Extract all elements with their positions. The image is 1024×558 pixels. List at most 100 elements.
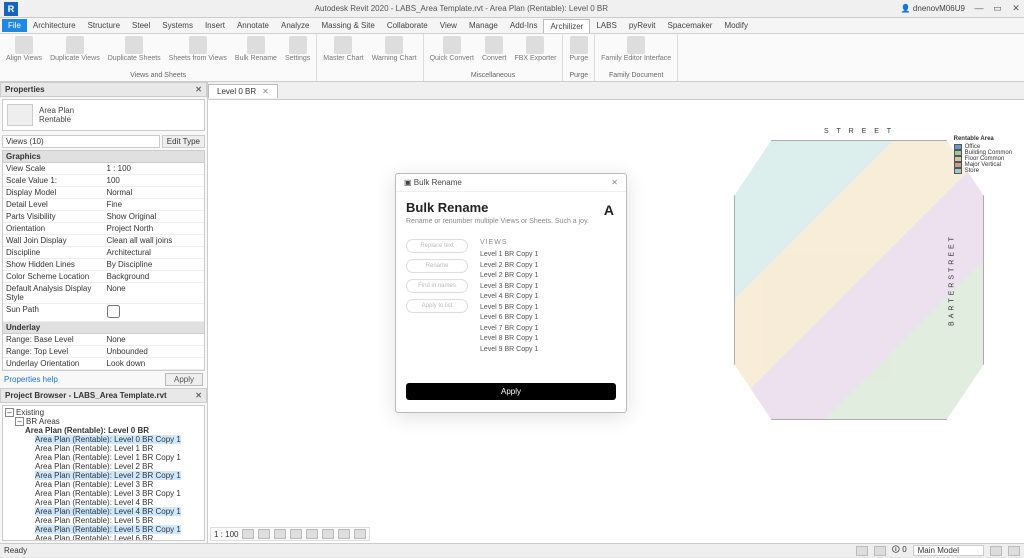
tab-annotate[interactable]: Annotate: [231, 19, 275, 32]
properties-filter[interactable]: Views (10): [2, 135, 160, 148]
tab-collaborate[interactable]: Collaborate: [381, 19, 434, 32]
tab-archilizer[interactable]: Archilizer: [543, 19, 590, 33]
property-value[interactable]: Architectural: [104, 247, 205, 258]
tree-item[interactable]: Area Plan (Rentable): Level 3 BR: [35, 480, 153, 489]
ribbon-button-master-chart[interactable]: Master Chart: [323, 36, 363, 62]
dialog-list-item[interactable]: Level 9 BR Copy 1: [480, 345, 616, 356]
property-value[interactable]: None: [104, 334, 205, 345]
ribbon-button-bulk-rename[interactable]: Bulk Rename: [235, 36, 277, 62]
property-value[interactable]: By Discipline: [104, 259, 205, 270]
property-value[interactable]: Look down: [104, 358, 205, 369]
property-value[interactable]: Normal: [104, 187, 205, 198]
ribbon-button-purge[interactable]: Purge: [569, 36, 588, 62]
ribbon-button-quick-convert[interactable]: Quick Convert: [430, 36, 474, 62]
tree-item[interactable]: Area Plan (Rentable): Level 6 BR: [35, 534, 153, 541]
property-value[interactable]: Background: [104, 271, 205, 282]
crop-region-icon[interactable]: [322, 529, 334, 539]
hide-icon[interactable]: [338, 529, 350, 539]
reveal-icon[interactable]: [354, 529, 366, 539]
properties-apply-button[interactable]: Apply: [165, 373, 203, 386]
tree-item[interactable]: Existing: [16, 408, 44, 417]
tree-item[interactable]: Area Plan (Rentable): Level 0 BR Copy 1: [35, 435, 181, 444]
tab-architecture[interactable]: Architecture: [27, 19, 82, 32]
filter-icon[interactable]: [874, 546, 886, 556]
tree-item[interactable]: BR Areas: [26, 417, 60, 426]
close-icon[interactable]: ✕: [195, 85, 202, 94]
property-value[interactable]: None: [104, 283, 205, 303]
dialog-list-item[interactable]: Level 4 BR Copy 1: [480, 292, 616, 303]
dialog-list-item[interactable]: Level 1 BR Copy 1: [480, 250, 616, 261]
dialog-option-pill[interactable]: Replace text: [406, 239, 468, 253]
view-scale[interactable]: 1 : 100: [214, 530, 238, 539]
dialog-option-pill[interactable]: Apply to list: [406, 299, 468, 313]
dialog-list-item[interactable]: Level 2 BR Copy 1: [480, 261, 616, 272]
tab-analyze[interactable]: Analyze: [275, 19, 315, 32]
tree-item[interactable]: Area Plan (Rentable): Level 5 BR: [35, 516, 153, 525]
tree-toggle-icon[interactable]: –: [15, 417, 24, 426]
tree-item[interactable]: Area Plan (Rentable): Level 1 BR: [35, 444, 153, 453]
shadows-icon[interactable]: [290, 529, 302, 539]
maximize-button[interactable]: ▭: [989, 3, 1005, 14]
tree-item[interactable]: Area Plan (Rentable): Level 1 BR Copy 1: [35, 453, 181, 462]
tab-spacemaker[interactable]: Spacemaker: [662, 19, 719, 32]
dialog-list-item[interactable]: Level 8 BR Copy 1: [480, 334, 616, 345]
tree-item[interactable]: Area Plan (Rentable): Level 2 BR Copy 1: [35, 471, 181, 480]
property-value[interactable]: [104, 304, 205, 321]
crop-icon[interactable]: [306, 529, 318, 539]
tab-steel[interactable]: Steel: [126, 19, 156, 32]
tree-item[interactable]: Area Plan (Rentable): Level 4 BR: [35, 498, 153, 507]
sun-path-icon[interactable]: [274, 529, 286, 539]
visual-style-icon[interactable]: [258, 529, 270, 539]
minimize-button[interactable]: —: [971, 3, 987, 13]
tree-item[interactable]: Area Plan (Rentable): Level 0 BR: [25, 426, 149, 435]
dialog-option-pill[interactable]: Find in names: [406, 279, 468, 293]
ribbon-button-warning-chart[interactable]: Warning Chart: [372, 36, 417, 62]
ribbon-button-align-views[interactable]: Align Views: [6, 36, 42, 62]
close-button[interactable]: ✕: [1008, 3, 1024, 14]
tab-insert[interactable]: Insert: [199, 19, 231, 32]
tree-item[interactable]: Area Plan (Rentable): Level 4 BR Copy 1: [35, 507, 181, 516]
properties-help-link[interactable]: Properties help: [4, 375, 58, 384]
close-icon[interactable]: ✕: [262, 87, 269, 96]
close-icon[interactable]: ✕: [195, 391, 202, 400]
tree-item[interactable]: Area Plan (Rentable): Level 2 BR: [35, 462, 153, 471]
tree-item[interactable]: Area Plan (Rentable): Level 5 BR Copy 1: [35, 525, 181, 534]
property-value[interactable]: Project North: [104, 223, 205, 234]
tab-massing-site[interactable]: Massing & Site: [315, 19, 380, 32]
property-category[interactable]: Graphics: [3, 151, 204, 163]
dialog-apply-button[interactable]: Apply: [406, 383, 616, 400]
tab-modify[interactable]: Modify: [718, 19, 754, 32]
tab-manage[interactable]: Manage: [463, 19, 504, 32]
tab-systems[interactable]: Systems: [156, 19, 199, 32]
ribbon-button-convert[interactable]: Convert: [482, 36, 507, 62]
tab-file[interactable]: File: [2, 19, 27, 32]
dialog-list-item[interactable]: Level 6 BR Copy 1: [480, 313, 616, 324]
select-icon[interactable]: [856, 546, 868, 556]
edit-type-button[interactable]: Edit Type: [162, 135, 205, 148]
view-tab-active[interactable]: Level 0 BR ✕: [208, 84, 278, 98]
dialog-list-item[interactable]: Level 5 BR Copy 1: [480, 303, 616, 314]
ribbon-button-settings[interactable]: Settings: [285, 36, 310, 62]
property-value[interactable]: 1 : 100: [104, 163, 205, 174]
editable-icon[interactable]: [1008, 546, 1020, 556]
ribbon-button-family-editor-interface[interactable]: Family Editor Interface: [601, 36, 671, 62]
design-option-selector[interactable]: Main Model: [913, 545, 984, 556]
detail-level-icon[interactable]: [242, 529, 254, 539]
property-value[interactable]: Fine: [104, 199, 205, 210]
ribbon-button-sheets-from-views[interactable]: Sheets from Views: [169, 36, 227, 62]
dialog-list-item[interactable]: Level 2 BR Copy 1: [480, 271, 616, 282]
tab-structure[interactable]: Structure: [82, 19, 126, 32]
dialog-list-item[interactable]: Level 7 BR Copy 1: [480, 324, 616, 335]
tab-pyrevit[interactable]: pyRevit: [623, 19, 662, 32]
dialog-option-pill[interactable]: Rename: [406, 259, 468, 273]
ribbon-button-duplicate-sheets[interactable]: Duplicate Sheets: [108, 36, 161, 62]
tree-toggle-icon[interactable]: –: [5, 408, 14, 417]
workset-icon[interactable]: [990, 546, 1002, 556]
tab-labs[interactable]: LABS: [590, 19, 622, 32]
tree-item[interactable]: Area Plan (Rentable): Level 3 BR Copy 1: [35, 489, 181, 498]
tab-add-ins[interactable]: Add-Ins: [504, 19, 544, 32]
property-value[interactable]: Show Original: [104, 211, 205, 222]
property-value[interactable]: Unbounded: [104, 346, 205, 357]
ribbon-button-fbx-exporter[interactable]: FBX Exporter: [514, 36, 556, 62]
type-selector[interactable]: Area Plan Rentable: [2, 99, 205, 131]
